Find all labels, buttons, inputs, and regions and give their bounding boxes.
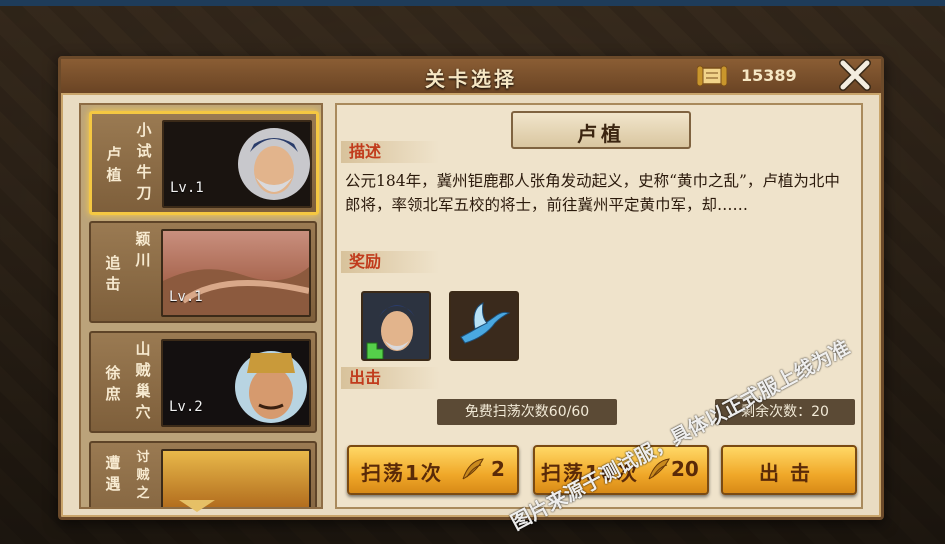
stage-description: 公元184年，冀州钜鹿郡人张角发动起义，史称“黄巾之乱”，卢植为北中郎将，率领北… — [345, 172, 840, 214]
sweep-once-label: 扫荡1次 — [361, 461, 443, 485]
stage-detail-panel: 卢植 描述 公元184年，冀州钜鹿郡人张角发动起义，史称“黄巾之乱”，卢植为北中… — [335, 103, 863, 509]
stage-subtitle: 卢植 — [106, 145, 122, 184]
description-label: 描述 — [341, 141, 439, 163]
general-name: 卢植 — [577, 122, 625, 146]
stage-title: 讨贼之 — [136, 450, 150, 501]
reward-label: 奖励 — [341, 251, 439, 273]
scroll-down-arrow-icon[interactable] — [179, 500, 215, 512]
dialog-titlebar: 关卡选择 15389 — [61, 59, 881, 95]
attack-button[interactable]: 出 击 — [721, 445, 857, 495]
grain-icon — [462, 458, 484, 480]
stage-level: Lv.1 — [169, 289, 203, 305]
stage-title: 小试牛刀 — [136, 121, 152, 202]
general-name-plate: 卢植 — [511, 111, 691, 149]
attack-label: 出击 — [341, 367, 439, 389]
stage-level: Lv.1 — [170, 180, 204, 196]
stage-card-2[interactable]: 颖川 追击 Lv.1 — [89, 221, 317, 323]
stage-subtitle: 追击 — [105, 254, 121, 293]
stage-card-3[interactable]: 山贼巢穴 徐庶 Lv.2 — [89, 331, 317, 433]
currency-value: 15389 — [741, 66, 797, 85]
stage-level: Lv.2 — [169, 399, 203, 415]
stage-subtitle: 徐庶 — [105, 364, 121, 403]
sweep-once-button[interactable]: 扫荡1次 2 — [347, 445, 519, 495]
reward-general-fragment[interactable] — [361, 291, 431, 361]
stage-card-4[interactable]: 讨贼之 遭遇 — [89, 441, 317, 507]
close-icon[interactable] — [837, 57, 873, 93]
stage-title: 山贼巢穴 — [135, 340, 151, 421]
attack-button-label: 出 击 — [759, 461, 812, 485]
sweep-once-cost: 2 — [491, 457, 505, 481]
stage-card-1[interactable]: 小试牛刀 卢植 Lv.1 — [89, 111, 319, 215]
reward-item-bird[interactable] — [449, 291, 519, 361]
free-sweep-count: 免费扫荡次数60/60 — [437, 399, 617, 425]
stage-title: 颖川 — [135, 230, 151, 269]
sweep-ten-cost: 20 — [671, 457, 699, 481]
stage-select-dialog: 关卡选择 15389 小试牛刀 卢植 Lv.1 颖 川 追 击 Lv.1 山 贼… — [58, 56, 884, 520]
stage-list[interactable]: 小试牛刀 卢植 Lv.1 颖川 追击 Lv.1 山 贼 巢 穴 徐 庶 Lv.2… — [79, 103, 323, 509]
stage-subtitle: 遭遇 — [105, 454, 121, 493]
scroll-currency-icon — [697, 65, 727, 87]
